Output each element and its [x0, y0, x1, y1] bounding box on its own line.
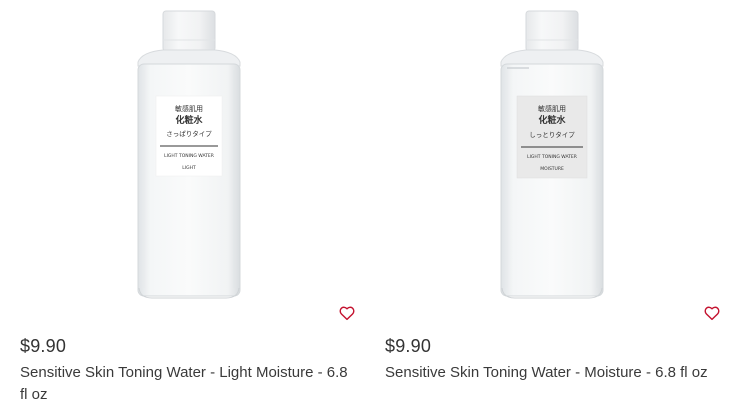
product-image[interactable]: 敏感肌用 化粧水 さっぱりタイプ LIGHT TONING WATER LIGH… [12, 0, 362, 325]
product-grid: 敏感肌用 化粧水 さっぱりタイプ LIGHT TONING WATER LIGH… [0, 0, 734, 407]
product-price: $9.90 [20, 336, 67, 356]
label-jp-line1: 敏感肌用 [538, 104, 566, 113]
product-card-moisture[interactable]: 敏感肌用 化粧水 しっとりタイプ LIGHT TONING WATER MOIS… [377, 0, 727, 407]
label-en-line2: LIGHT [182, 165, 196, 171]
label-en-line1: LIGHT TONING WATER [527, 154, 577, 160]
product-price: $9.90 [385, 336, 432, 356]
label-jp-line2: 化粧水 [538, 114, 566, 126]
toning-water-bottle-image: 敏感肌用 化粧水 さっぱりタイプ LIGHT TONING WATER LIGH… [137, 10, 241, 299]
product-image[interactable]: 敏感肌用 化粧水 しっとりタイプ LIGHT TONING WATER MOIS… [377, 0, 727, 325]
label-en-line1: LIGHT TONING WATER [164, 153, 214, 159]
heart-outline-icon[interactable] [338, 304, 356, 322]
toning-water-bottle-image: 敏感肌用 化粧水 しっとりタイプ LIGHT TONING WATER MOIS… [500, 10, 604, 299]
heart-outline-icon[interactable] [703, 304, 721, 322]
label-jp-line3: しっとりタイプ [529, 130, 575, 139]
label-jp-line2: 化粧水 [175, 114, 203, 126]
product-card-light-moisture[interactable]: 敏感肌用 化粧水 さっぱりタイプ LIGHT TONING WATER LIGH… [12, 0, 362, 407]
label-jp-line3: さっぱりタイプ [166, 129, 212, 138]
product-name-link[interactable]: Sensitive Skin Toning Water - Light Mois… [20, 362, 350, 406]
label-jp-line1: 敏感肌用 [175, 104, 203, 113]
label-en-line2: MOISTURE [540, 166, 564, 172]
product-name-link[interactable]: Sensitive Skin Toning Water - Moisture -… [385, 362, 715, 384]
